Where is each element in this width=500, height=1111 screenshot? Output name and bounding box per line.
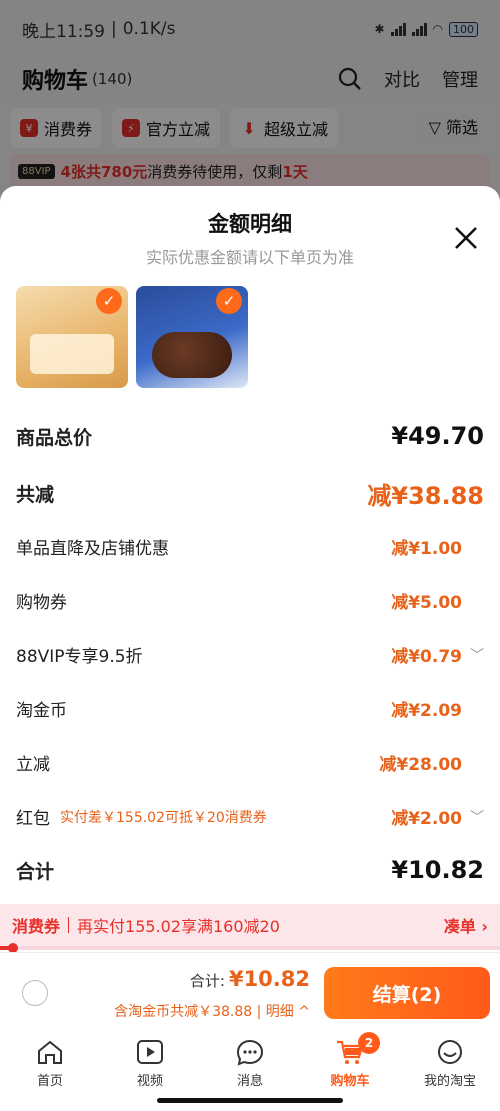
- row-shopping-coupon: 购物券 减¥5.00: [16, 593, 462, 613]
- close-icon[interactable]: [452, 224, 480, 252]
- promo-tag: 消费券: [12, 917, 61, 936]
- home-icon: [38, 1040, 62, 1064]
- product-thumbnails: ✓ ✓: [16, 286, 248, 388]
- video-icon: [137, 1039, 163, 1064]
- tab-messages[interactable]: 消息: [200, 1032, 300, 1094]
- row-store-discount: 单品直降及店铺优惠 减¥1.00: [16, 539, 462, 559]
- total-amount: 合计: ¥10.82: [189, 967, 310, 991]
- add-items-link[interactable]: 凑单 ›: [444, 913, 488, 937]
- check-icon: ✓: [96, 288, 122, 314]
- red-packet-note: 实付差￥155.02可抵￥20消费券: [60, 809, 267, 826]
- row-tao-coins: 淘金币 减¥2.09: [16, 701, 462, 721]
- message-icon: [236, 1039, 264, 1066]
- row-total-price: 商品总价 ¥49.70: [16, 422, 484, 450]
- chevron-down-icon: ﹀: [470, 647, 484, 664]
- bottom-tab-bar: 首页 视频 消息 购物车 2 我的淘宝: [0, 1032, 500, 1094]
- checkout-bar: 合计: ¥10.82 含淘金币共减￥38.88 | 明细 ^ 结算(2): [0, 952, 500, 1032]
- row-instant-discount: 立减 减¥28.00: [16, 755, 462, 775]
- coupon-promo-bar[interactable]: 消费券 再实付155.02享满160减20 凑单 ›: [0, 904, 500, 946]
- tab-my-taobao[interactable]: 我的淘宝: [400, 1032, 500, 1094]
- row-red-packet[interactable]: 红包 实付差￥155.02可抵￥20消费券 减¥2.00 ﹀: [16, 804, 484, 829]
- home-indicator: [157, 1098, 343, 1103]
- check-icon: ✓: [216, 288, 242, 314]
- detail-toggle[interactable]: 含淘金币共减￥38.88 | 明细 ^: [114, 1001, 310, 1021]
- tab-video[interactable]: 视频: [100, 1032, 200, 1094]
- sheet-title: 金额明细: [208, 212, 292, 236]
- checkout-button[interactable]: 结算(2): [324, 967, 490, 1019]
- sheet-subtitle: 实际优惠金额请以下单页为准: [145, 248, 354, 267]
- select-all-checkbox[interactable]: [22, 980, 48, 1006]
- cart-badge: 2: [358, 1032, 380, 1054]
- profile-icon: [438, 1039, 462, 1064]
- tab-home[interactable]: 首页: [0, 1032, 100, 1094]
- row-total-discount: 共减 减¥38.88: [16, 482, 484, 510]
- product-thumbnail[interactable]: ✓: [16, 286, 128, 388]
- row-vip-discount[interactable]: 88VIP专享9.5折 减¥0.79 ﹀: [16, 642, 484, 667]
- promo-progress: [0, 943, 500, 953]
- chevron-down-icon: ﹀: [470, 809, 484, 826]
- tab-cart[interactable]: 购物车 2: [300, 1032, 400, 1094]
- promo-text: 再实付155.02享满160减20: [77, 917, 280, 936]
- product-thumbnail[interactable]: ✓: [136, 286, 248, 388]
- row-sum: 合计 ¥10.82: [16, 856, 484, 884]
